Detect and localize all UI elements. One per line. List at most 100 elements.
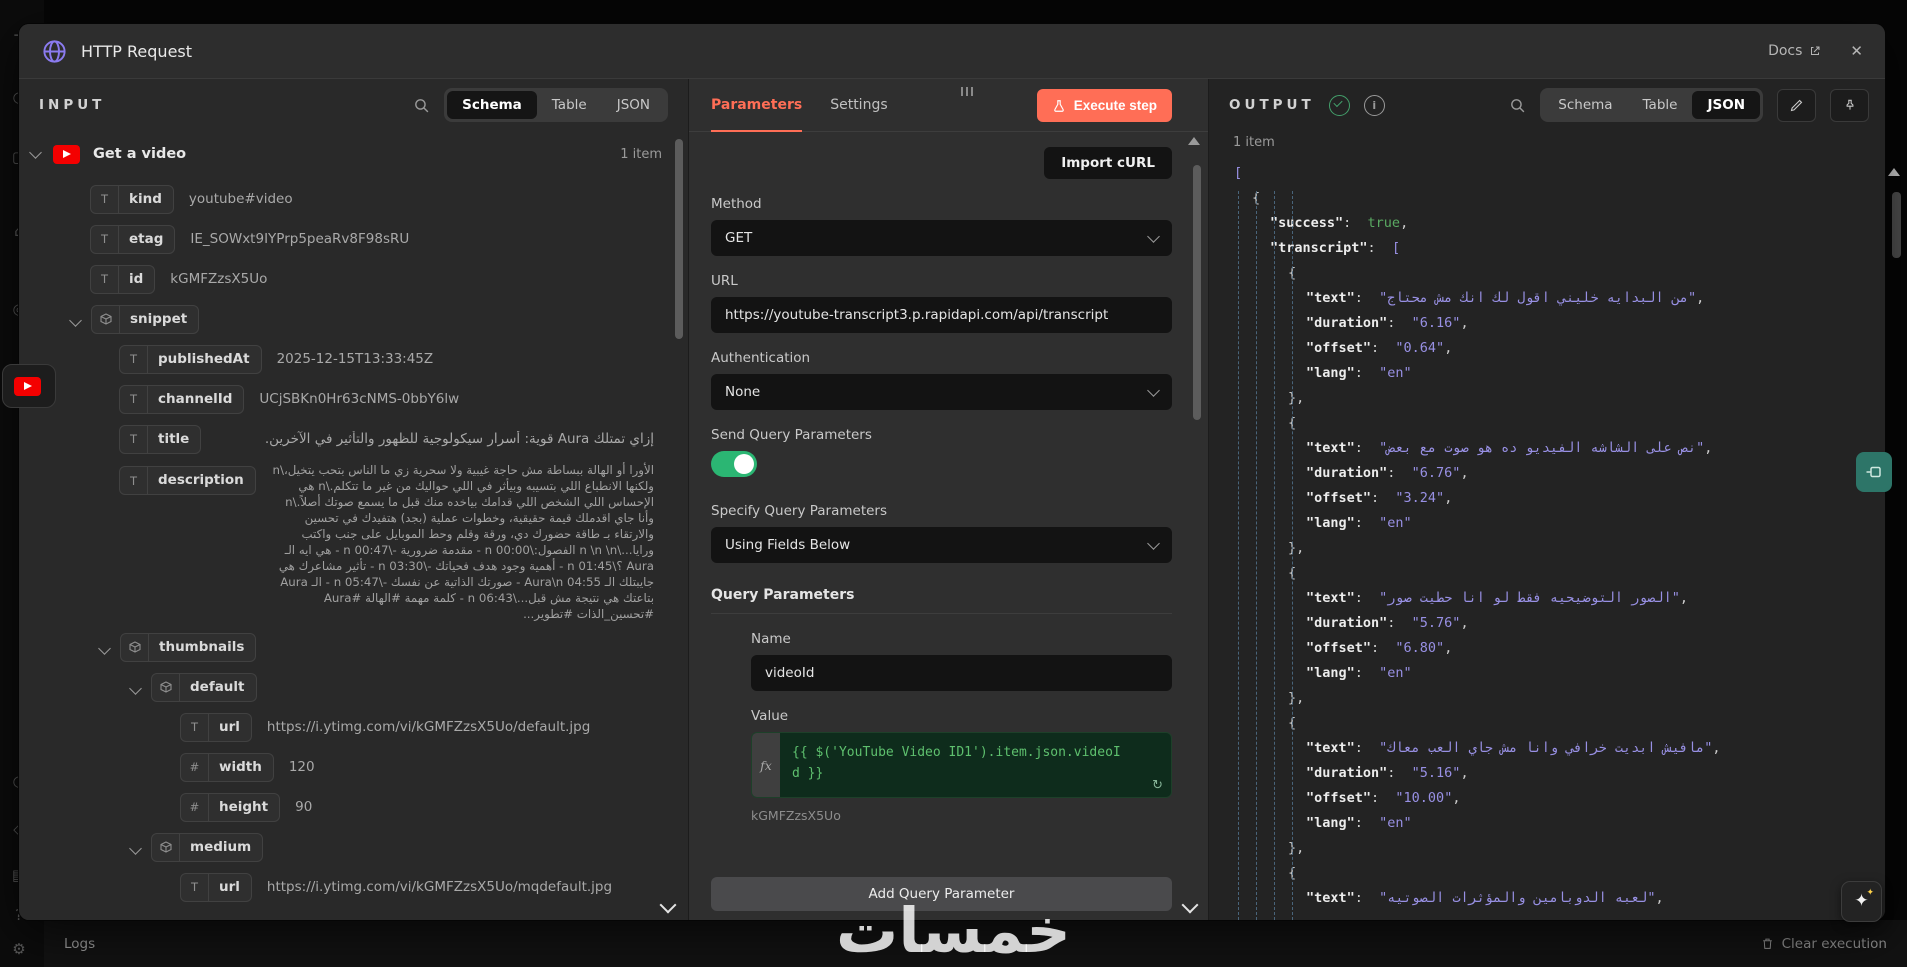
field-badge-width[interactable]: # width <box>180 752 274 782</box>
param-value-label: Value <box>751 708 789 724</box>
field-badge-url[interactable]: Turl <box>180 712 252 742</box>
field-badge-publishedAt[interactable]: TpublishedAt <box>119 344 262 374</box>
field-badge-medium[interactable]: medium <box>151 832 264 862</box>
input-panel-header: INPUT Schema Table JSON <box>19 79 688 131</box>
field-badge-id[interactable]: Tid <box>90 264 156 294</box>
field-name: medium <box>179 833 262 861</box>
close-icon[interactable]: ✕ <box>1850 42 1863 60</box>
param-name-input[interactable]: videoId <box>751 655 1172 691</box>
input-scrollbar-thumb[interactable] <box>675 139 683 339</box>
ai-assistant-button[interactable]: ✦ ✦ <box>1841 881 1882 922</box>
field-badge-url[interactable]: Turl <box>180 872 252 902</box>
search-icon[interactable] <box>1509 97 1526 114</box>
field-badge-default[interactable]: default <box>151 672 257 702</box>
json-line: "text": "لعبه الدوبامين والمؤثرات الصوتي… <box>1306 890 1664 906</box>
field-value: الأورا أو الهالة ببساطة مش حاجة غيبية ول… <box>272 463 654 621</box>
field-name: thumbnails <box>148 633 255 661</box>
field-value: 120 <box>288 759 315 775</box>
number-type-icon: # <box>189 800 200 814</box>
text-type-icon: T <box>190 720 199 734</box>
panel-drag-handle[interactable] <box>961 87 973 96</box>
json-line: [ <box>1234 165 1243 181</box>
input-panel-title: INPUT <box>39 97 106 113</box>
input-view-tabs: Schema Table JSON <box>444 88 668 122</box>
info-icon[interactable] <box>1363 94 1385 116</box>
chevron-down-icon[interactable] <box>98 642 111 655</box>
canvas-node-youtube[interactable] <box>2 364 56 408</box>
query-parameters-heading: Query Parameters <box>711 587 855 603</box>
field-badge-etag[interactable]: Tetag <box>90 224 176 254</box>
page-scrollbar-thumb[interactable] <box>1892 192 1901 258</box>
authentication-select[interactable]: None <box>711 374 1172 410</box>
chevron-down-icon[interactable] <box>69 314 82 327</box>
field-name: snippet <box>119 305 198 333</box>
field-badge-title[interactable]: Ttitle <box>119 424 202 454</box>
specify-query-select[interactable]: Using Fields Below <box>711 527 1172 563</box>
output-tab-schema[interactable]: Schema <box>1543 91 1627 119</box>
add-query-parameter-button[interactable]: Add Query Parameter <box>711 877 1172 911</box>
json-line: "lang": "en" <box>1306 365 1412 381</box>
field-value: https://i.ytimg.com/vi/kGMFZzsX5Uo/mqdef… <box>266 879 613 895</box>
logs-button[interactable]: Logs <box>64 936 95 952</box>
field-badge-snippet[interactable]: snippet <box>91 304 200 334</box>
method-select[interactable]: GET <box>711 220 1172 256</box>
schema-field-row: Tid kGMFZzsX5Uo <box>90 259 688 299</box>
edit-output-button[interactable] <box>1777 88 1816 122</box>
chevron-down-icon[interactable] <box>129 842 142 855</box>
input-node-row[interactable]: Get a video 1 item <box>19 131 688 177</box>
import-curl-button[interactable]: Import cURL <box>1044 147 1172 179</box>
parameters-body: Import cURL Method GET URL https://youtu… <box>689 131 1208 920</box>
json-line: }, <box>1288 540 1305 556</box>
output-node-connector[interactable] <box>1856 452 1892 492</box>
schema-field-row: snippet <box>69 299 688 339</box>
json-line: }, <box>1288 840 1305 856</box>
text-type-icon: T <box>129 392 138 406</box>
url-input[interactable]: https://youtube-transcript3.p.rapidapi.c… <box>711 297 1172 333</box>
field-badge-channelId[interactable]: TchannelId <box>119 384 245 414</box>
expression-code[interactable]: {{ $('YouTube Video ID1').item.json.vide… <box>780 733 1171 797</box>
settings-gear-icon[interactable]: ⚙ <box>0 940 38 958</box>
field-badge-thumbnails[interactable]: thumbnails <box>120 632 257 662</box>
docs-label: Docs <box>1768 43 1803 59</box>
url-label: URL <box>711 273 738 289</box>
tab-settings[interactable]: Settings <box>830 79 887 132</box>
text-type-icon: T <box>129 432 138 446</box>
json-line: "offset": "10.00", <box>1306 790 1461 806</box>
expand-expression-icon[interactable]: ↻ <box>1152 778 1163 793</box>
output-item-count: 1 item <box>1233 135 1275 150</box>
input-tab-json[interactable]: JSON <box>602 91 665 119</box>
text-type-icon: T <box>100 192 109 206</box>
input-tab-table[interactable]: Table <box>537 91 602 119</box>
chevron-down-icon[interactable] <box>29 146 42 159</box>
search-icon[interactable] <box>413 97 430 114</box>
output-panel-title: OUTPUT <box>1229 97 1315 113</box>
pin-data-button[interactable] <box>1830 88 1869 122</box>
execute-step-button[interactable]: Execute step <box>1036 89 1172 122</box>
field-badge-kind[interactable]: Tkind <box>90 184 174 214</box>
tab-parameters[interactable]: Parameters <box>711 79 803 132</box>
json-line: { <box>1288 565 1297 581</box>
output-panel: OUTPUT SchemaTableJSON 1 item [{"s <box>1209 79 1885 920</box>
schema-field-row: TchannelId UCjSBKn0Hr63cNMS-0bbY6lw <box>119 379 688 419</box>
clear-execution-button[interactable]: Clear execution <box>1761 936 1887 952</box>
indent-guide <box>1238 191 1239 920</box>
scroll-up-arrow[interactable] <box>1888 168 1900 176</box>
output-view-tabs: Schema Table JSON <box>1540 88 1763 122</box>
scroll-up-arrow[interactable] <box>1188 137 1200 145</box>
section-divider <box>711 613 1172 614</box>
send-query-label: Send Query Parameters <box>711 427 872 443</box>
chevron-down-icon <box>1147 230 1160 243</box>
send-query-toggle[interactable] <box>711 451 757 477</box>
parameters-scrollbar-thumb[interactable] <box>1193 165 1201 420</box>
expression-editor[interactable]: fx {{ $('YouTube Video ID1').item.json.v… <box>751 732 1172 798</box>
docs-link[interactable]: Docs <box>1768 43 1821 59</box>
input-tab-schema[interactable]: Schema <box>447 91 537 119</box>
json-line: "lang": "en" <box>1306 815 1412 831</box>
chevron-down-icon[interactable] <box>129 682 142 695</box>
field-badge-description[interactable]: Tdescription <box>119 466 256 495</box>
field-name: url <box>208 873 251 901</box>
authentication-label: Authentication <box>711 350 811 366</box>
field-badge-height[interactable]: # height <box>180 792 281 822</box>
output-tab-table[interactable]: Table <box>1628 91 1693 119</box>
output-tab-json[interactable]: JSON <box>1692 91 1760 119</box>
